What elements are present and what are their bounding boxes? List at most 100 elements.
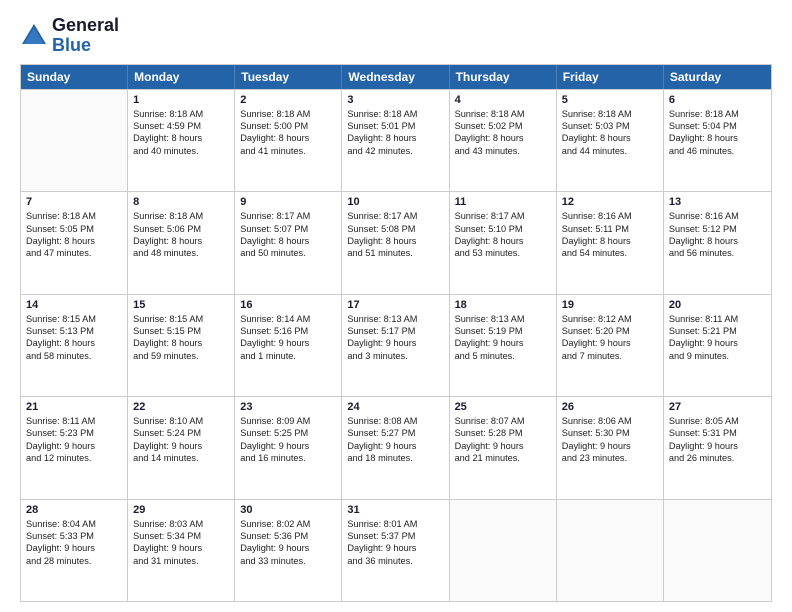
day-number: 16 [240, 299, 336, 311]
day-number: 14 [26, 299, 122, 311]
cell-line: Sunrise: 8:08 AM [347, 415, 443, 427]
cell-line: Daylight: 9 hours [133, 542, 229, 554]
cell-line: Sunrise: 8:14 AM [240, 313, 336, 325]
cell-line: Daylight: 8 hours [562, 132, 658, 144]
day-number: 10 [347, 196, 443, 208]
cell-line: Sunset: 5:24 PM [133, 427, 229, 439]
cell-line: Sunrise: 8:11 AM [26, 415, 122, 427]
cell-line: Sunrise: 8:16 AM [669, 210, 766, 222]
calendar-cell [557, 500, 664, 601]
cell-line: Daylight: 9 hours [26, 440, 122, 452]
cell-line: Daylight: 8 hours [669, 235, 766, 247]
calendar-cell: 14Sunrise: 8:15 AMSunset: 5:13 PMDayligh… [21, 295, 128, 396]
day-number: 19 [562, 299, 658, 311]
day-number: 15 [133, 299, 229, 311]
cell-line: Sunset: 5:34 PM [133, 530, 229, 542]
cell-line: Sunset: 5:28 PM [455, 427, 551, 439]
cell-line: Sunrise: 8:18 AM [562, 108, 658, 120]
cell-line: and 46 minutes. [669, 145, 766, 157]
calendar-cell: 26Sunrise: 8:06 AMSunset: 5:30 PMDayligh… [557, 397, 664, 498]
cell-line: Sunset: 5:33 PM [26, 530, 122, 542]
day-number: 6 [669, 94, 766, 106]
calendar-cell: 22 Sunrise: 8:10 AMSunset: 5:24 PMDayligh… [128, 397, 235, 498]
cell-line: Sunrise: 8:15 AM [133, 313, 229, 325]
day-number: 26 [562, 401, 658, 413]
calendar-cell: 7Sunrise: 8:18 AMSunset: 5:05 PMDaylight… [21, 192, 128, 293]
calendar-row-1: 1Sunrise: 8:18 AMSunset: 4:59 PMDaylight… [21, 89, 771, 191]
calendar-cell: 18Sunrise: 8:13 AMSunset: 5:19 PMDayligh… [450, 295, 557, 396]
cell-line: and 14 minutes. [133, 452, 229, 464]
cell-line: Daylight: 8 hours [669, 132, 766, 144]
cell-line: and 59 minutes. [133, 350, 229, 362]
cell-line: Sunrise: 8:03 AM [133, 518, 229, 530]
cell-line: Sunset: 5:00 PM [240, 120, 336, 132]
cell-line: and 7 minutes. [562, 350, 658, 362]
day-number: 31 [347, 504, 443, 516]
logo-icon [20, 22, 48, 50]
cell-line: Sunrise: 8:17 AM [347, 210, 443, 222]
day-number: 13 [669, 196, 766, 208]
cell-line: Sunrise: 8:09 AM [240, 415, 336, 427]
day-number: 22 [133, 401, 229, 413]
cell-line: Sunrise: 8:10 AM [133, 415, 229, 427]
calendar-cell: 3Sunrise: 8:18 AMSunset: 5:01 PMDaylight… [342, 90, 449, 191]
calendar-cell: 17Sunrise: 8:13 AMSunset: 5:17 PMDayligh… [342, 295, 449, 396]
calendar-cell: 25Sunrise: 8:07 AMSunset: 5:28 PMDayligh… [450, 397, 557, 498]
cell-line: Daylight: 9 hours [133, 440, 229, 452]
calendar-cell [21, 90, 128, 191]
cell-line: and 23 minutes. [562, 452, 658, 464]
cell-line: Daylight: 8 hours [26, 337, 122, 349]
calendar-cell: 27Sunrise: 8:05 AMSunset: 5:31 PMDayligh… [664, 397, 771, 498]
cell-line: Daylight: 8 hours [133, 235, 229, 247]
calendar-cell: 6Sunrise: 8:18 AMSunset: 5:04 PMDaylight… [664, 90, 771, 191]
cell-line: Sunrise: 8:05 AM [669, 415, 766, 427]
calendar-body: 1Sunrise: 8:18 AMSunset: 4:59 PMDaylight… [21, 89, 771, 601]
day-number: 7 [26, 196, 122, 208]
cell-line: and 43 minutes. [455, 145, 551, 157]
header-day-monday: Monday [128, 65, 235, 89]
cell-line: and 44 minutes. [562, 145, 658, 157]
header-day-wednesday: Wednesday [342, 65, 449, 89]
cell-line: Daylight: 9 hours [347, 337, 443, 349]
cell-line: Sunrise: 8:16 AM [562, 210, 658, 222]
cell-line: Sunset: 5:07 PM [240, 223, 336, 235]
cell-line: and 42 minutes. [347, 145, 443, 157]
logo-line1: General [52, 16, 119, 36]
cell-line: Sunrise: 8:01 AM [347, 518, 443, 530]
cell-line: and 47 minutes. [26, 247, 122, 259]
header-day-tuesday: Tuesday [235, 65, 342, 89]
cell-line: Daylight: 9 hours [562, 337, 658, 349]
cell-line: and 40 minutes. [133, 145, 229, 157]
cell-line: Sunset: 5:15 PM [133, 325, 229, 337]
cell-line: and 28 minutes. [26, 555, 122, 567]
cell-line: Sunset: 5:10 PM [455, 223, 551, 235]
calendar-row-2: 7Sunrise: 8:18 AMSunset: 5:05 PMDaylight… [21, 191, 771, 293]
day-number: 17 [347, 299, 443, 311]
day-number: 12 [562, 196, 658, 208]
cell-line: Sunset: 5:02 PM [455, 120, 551, 132]
calendar-cell: 30Sunrise: 8:02 AMSunset: 5:36 PMDayligh… [235, 500, 342, 601]
cell-line: Sunrise: 8:17 AM [455, 210, 551, 222]
cell-line: Sunset: 4:59 PM [133, 120, 229, 132]
cell-line: and 53 minutes. [455, 247, 551, 259]
calendar-cell: 13Sunrise: 8:16 AMSunset: 5:12 PMDayligh… [664, 192, 771, 293]
calendar-cell: 29Sunrise: 8:03 AMSunset: 5:34 PMDayligh… [128, 500, 235, 601]
cell-line: Sunrise: 8:07 AM [455, 415, 551, 427]
cell-line: Sunset: 5:37 PM [347, 530, 443, 542]
page: General Blue SundayMondayTuesdayWednesda… [0, 0, 792, 612]
cell-line: Sunset: 5:30 PM [562, 427, 658, 439]
calendar-row-3: 14Sunrise: 8:15 AMSunset: 5:13 PMDayligh… [21, 294, 771, 396]
day-number: 5 [562, 94, 658, 106]
cell-line: Sunset: 5:27 PM [347, 427, 443, 439]
calendar-cell [450, 500, 557, 601]
cell-line: and 16 minutes. [240, 452, 336, 464]
cell-line: and 51 minutes. [347, 247, 443, 259]
cell-line: Daylight: 9 hours [347, 440, 443, 452]
calendar-cell: 24Sunrise: 8:08 AMSunset: 5:27 PMDayligh… [342, 397, 449, 498]
cell-line: Sunrise: 8:13 AM [455, 313, 551, 325]
cell-line: Sunrise: 8:04 AM [26, 518, 122, 530]
cell-line: and 54 minutes. [562, 247, 658, 259]
day-number: 28 [26, 504, 122, 516]
cell-line: and 1 minute. [240, 350, 336, 362]
cell-line: Daylight: 8 hours [240, 235, 336, 247]
